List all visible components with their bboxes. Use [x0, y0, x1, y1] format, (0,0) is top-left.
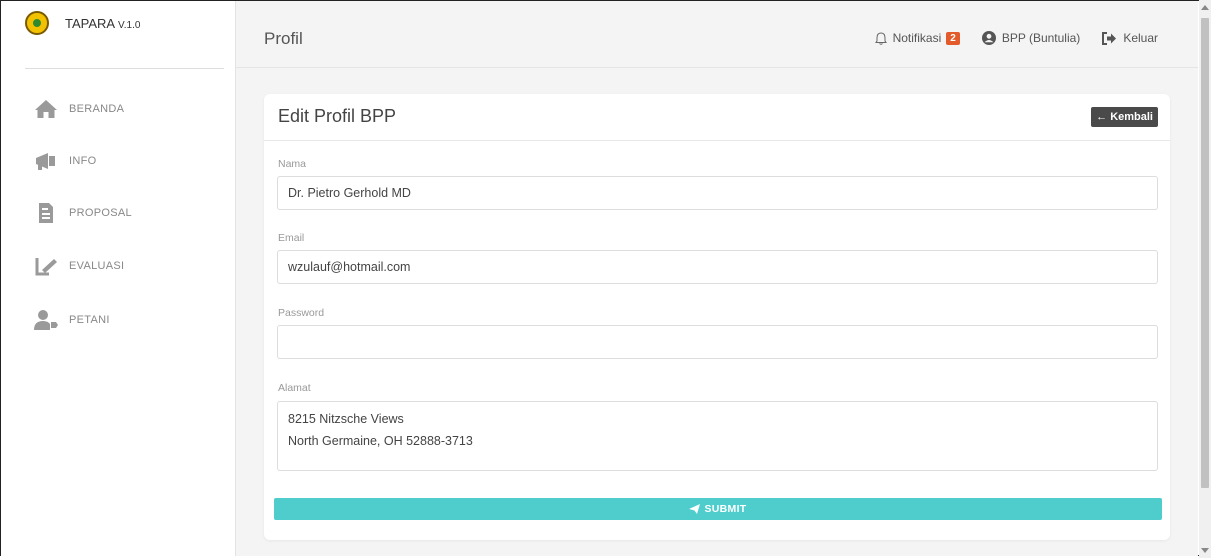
brand-name: TAPARA V.1.0: [65, 15, 141, 31]
sidebar-item-info[interactable]: INFO: [33, 150, 96, 172]
scroll-up-arrow-icon[interactable]: [1201, 5, 1209, 10]
sidebar-item-label: INFO: [69, 155, 97, 167]
brand-divider: [25, 68, 224, 69]
document-icon: [33, 202, 59, 224]
back-button[interactable]: ← Kembali: [1091, 107, 1158, 127]
email-field[interactable]: wzulauf@hotmail.com: [277, 250, 1158, 284]
scroll-down-arrow-icon[interactable]: [1201, 548, 1209, 553]
user-tag-icon: [33, 309, 59, 331]
header-actions: Notifikasi 2 BPP (Buntulia) Keluar: [853, 31, 1158, 45]
sidebar-item-proposal[interactable]: PROPOSAL: [33, 202, 132, 224]
submit-label: SUBMIT: [704, 503, 747, 515]
notifications-label: Notifikasi: [892, 31, 942, 45]
name-label: Nama: [278, 158, 307, 170]
sidebar-item-beranda[interactable]: BERANDA: [33, 98, 124, 120]
main-content: Edit Profil BPP ← Kembali Nama Dr. Pietr…: [236, 68, 1198, 556]
sidebar-item-label: BERANDA: [69, 103, 125, 115]
sidebar-item-label: PETANI: [69, 314, 110, 326]
address-line-1: 8215 Nitzsche Views: [288, 412, 404, 426]
sidebar-item-label: EVALUASI: [69, 260, 125, 272]
bell-icon: [874, 31, 887, 45]
megaphone-icon: [33, 150, 59, 172]
password-label: Password: [278, 307, 325, 319]
notifications-button[interactable]: Notifikasi 2: [874, 31, 960, 45]
user-circle-icon: [981, 31, 996, 45]
top-header: Profil Notifikasi 2 BPP (Buntulia) Kelua…: [236, 1, 1198, 68]
address-field[interactable]: 8215 Nitzsche Views North Germaine, OH 5…: [277, 401, 1158, 471]
app-logo: [25, 11, 49, 35]
page-title: Profil: [264, 29, 303, 48]
logout-label: Keluar: [1123, 31, 1158, 45]
home-icon: [33, 98, 59, 120]
sidebar-item-label: PROPOSAL: [69, 207, 132, 219]
submit-button[interactable]: SUBMIT: [274, 498, 1162, 520]
brand[interactable]: TAPARA V.1.0: [25, 11, 140, 35]
card-header: Edit Profil BPP ← Kembali: [264, 94, 1170, 141]
email-label: Email: [278, 232, 305, 244]
address-line-2: North Germaine, OH 52888-3713: [288, 434, 473, 448]
sidebar-item-petani[interactable]: PETANI: [33, 309, 110, 331]
sidebar: TAPARA V.1.0 BERANDA INFO PROPOSAL EVALU…: [1, 1, 236, 556]
notifications-badge: 2: [946, 31, 960, 45]
scrollbar-thumb[interactable]: [1201, 18, 1209, 488]
name-field[interactable]: Dr. Pietro Gerhold MD: [277, 176, 1158, 210]
edit-profile-card: Edit Profil BPP ← Kembali Nama Dr. Pietr…: [264, 94, 1170, 540]
user-menu[interactable]: BPP (Buntulia): [981, 31, 1081, 45]
sign-out-icon: [1102, 31, 1117, 45]
paper-plane-icon: [689, 504, 701, 514]
page-scrollbar[interactable]: [1199, 0, 1211, 558]
card-title: Edit Profil BPP: [278, 106, 397, 126]
password-field[interactable]: [277, 325, 1158, 359]
user-label: BPP (Buntulia): [1001, 31, 1081, 45]
signature-icon: [33, 255, 59, 277]
sidebar-item-evaluasi[interactable]: EVALUASI: [33, 255, 124, 277]
address-label: Alamat: [278, 382, 311, 394]
logout-button[interactable]: Keluar: [1102, 31, 1158, 45]
